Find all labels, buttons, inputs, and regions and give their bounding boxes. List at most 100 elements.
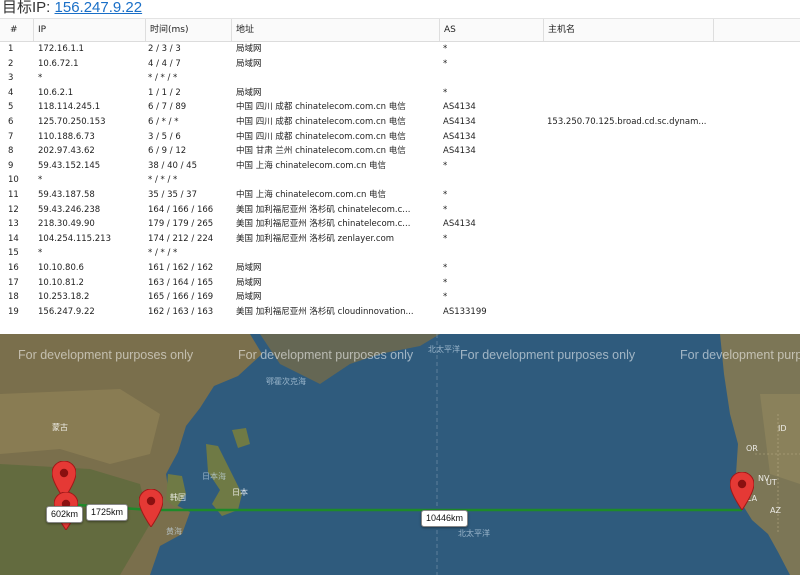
table-row[interactable]: 4 10.6.2.1 1 / 1 / 2 局域网 * bbox=[0, 86, 800, 101]
hop-cell: 10 bbox=[8, 175, 19, 186]
ip-cell: 10.10.80.6 bbox=[38, 263, 84, 273]
watermark-2: For development purposes only bbox=[238, 348, 414, 362]
table-row[interactable]: 6 125.70.250.153 6 / * / * 中国 四川 成都 chinate… bbox=[0, 115, 800, 130]
ip-cell: * bbox=[38, 73, 43, 84]
label-sea-okhotsk: 鄂霍次克海 bbox=[266, 377, 306, 386]
table-row[interactable]: 14 104.254.115.213 174 / 212 / 224 美国 加利福尼亚… bbox=[0, 232, 800, 247]
table-row[interactable]: 16 10.10.80.6 161 / 162 / 162 局域网 * bbox=[0, 261, 800, 276]
table-row[interactable]: 11 59.43.187.58 35 / 35 / 37 中国 上海 chinatel… bbox=[0, 188, 800, 203]
column-header-time[interactable]: 时间(ms) bbox=[146, 19, 232, 41]
address-cell: 局域网 bbox=[236, 87, 262, 98]
time-cell: 164 / 166 / 166 bbox=[148, 204, 214, 215]
time-cell: 1 / 1 / 2 bbox=[148, 87, 181, 98]
hop-cell: 6 bbox=[8, 117, 14, 127]
address-cell: 中国 上海 chinatelecom.com.cn 电信 bbox=[236, 190, 387, 200]
ip-cell: 218.30.49.90 bbox=[38, 219, 95, 230]
ip-cell: 10.10.81.2 bbox=[38, 277, 84, 288]
address-cell: 美国 加利福尼亚州 洛杉矶 chinatelecom.c... bbox=[236, 204, 411, 215]
hostname-cell bbox=[547, 305, 715, 320]
table-row[interactable]: 18 10.253.18.2 165 / 166 / 169 局域网 * bbox=[0, 290, 800, 305]
hostname-cell bbox=[547, 159, 715, 174]
table-row[interactable]: 2 10.6.72.1 4 / 4 / 7 局域网 * bbox=[0, 57, 800, 72]
as-cell: * bbox=[443, 58, 448, 69]
hostname-cell bbox=[547, 290, 715, 305]
watermark-3: For development purposes only bbox=[460, 348, 636, 362]
hop-cell: 1 bbox=[8, 44, 14, 54]
address-cell: 美国 加利福尼亚州 洛杉矶 zenlayer.com bbox=[236, 233, 395, 244]
as-cell: AS4134 bbox=[443, 102, 476, 113]
column-header-as[interactable]: AS bbox=[440, 19, 544, 41]
time-cell: 6 / * / * bbox=[148, 117, 179, 127]
as-cell: * bbox=[443, 87, 448, 98]
table-row[interactable]: 1 172.16.1.1 2 / 3 / 3 局域网 * bbox=[0, 42, 800, 57]
as-cell bbox=[443, 246, 543, 261]
ip-cell: 118.114.245.1 bbox=[38, 102, 101, 113]
target-ip-link[interactable]: 156.247.9.22 bbox=[55, 0, 143, 16]
hop-cell: 12 bbox=[8, 204, 19, 215]
hostname-cell bbox=[547, 173, 715, 188]
ip-cell: 104.254.115.213 bbox=[38, 233, 112, 244]
address-cell: 中国 上海 chinatelecom.com.cn 电信 bbox=[236, 160, 387, 171]
as-cell: * bbox=[443, 263, 448, 273]
column-header-hostname[interactable]: 主机名 bbox=[544, 19, 714, 41]
hop-cell: 13 bbox=[8, 219, 19, 230]
table-row[interactable]: 7 110.188.6.73 3 / 5 / 6 中国 四川 成都 chinatele… bbox=[0, 130, 800, 145]
hop-cell: 5 bbox=[8, 102, 14, 113]
map-canvas bbox=[0, 334, 800, 575]
map-pin-icon[interactable] bbox=[730, 472, 754, 510]
as-cell bbox=[443, 173, 543, 188]
table-row[interactable]: 10 * * / * / * bbox=[0, 173, 800, 188]
table-row[interactable]: 12 59.43.246.238 164 / 166 / 166 美国 加利福尼亚州 … bbox=[0, 203, 800, 218]
ip-cell: * bbox=[38, 175, 43, 186]
time-cell: 2 / 3 / 3 bbox=[148, 44, 181, 54]
as-cell: * bbox=[443, 277, 448, 288]
time-cell: 6 / 9 / 12 bbox=[148, 146, 187, 157]
as-cell: * bbox=[443, 160, 448, 171]
address-cell bbox=[236, 173, 440, 188]
table-row[interactable]: 15 * * / * / * bbox=[0, 246, 800, 261]
map-pin-icon[interactable] bbox=[139, 489, 163, 527]
table-row[interactable]: 13 218.30.49.90 179 / 179 / 265 美国 加利福尼亚州 洛… bbox=[0, 217, 800, 232]
traceroute-table: # IP 时间(ms) 地址 AS 主机名 1 172.16.1.1 2 / 3 /… bbox=[0, 18, 800, 319]
table-row[interactable]: 8 202.97.43.62 6 / 9 / 12 中国 甘肃 兰州 chinatel… bbox=[0, 144, 800, 159]
as-cell: AS4134 bbox=[443, 219, 476, 230]
table-row[interactable]: 17 10.10.81.2 163 / 164 / 165 局域网 * bbox=[0, 276, 800, 291]
ip-cell: 59.43.246.238 bbox=[38, 204, 101, 215]
column-header-hop[interactable]: # bbox=[0, 19, 34, 41]
time-cell: 38 / 40 / 45 bbox=[148, 160, 197, 171]
route-map[interactable]: For development purposes only For develo… bbox=[0, 334, 800, 575]
hop-cell: 15 bbox=[8, 248, 19, 259]
ip-cell: 202.97.43.62 bbox=[38, 146, 95, 157]
as-cell: AS4134 bbox=[443, 117, 476, 127]
hop-cell: 8 bbox=[8, 146, 14, 157]
time-cell: 3 / 5 / 6 bbox=[148, 131, 181, 142]
column-header-address[interactable]: 地址 bbox=[232, 19, 440, 41]
ip-cell: 172.16.1.1 bbox=[38, 44, 84, 54]
address-cell: 局域网 bbox=[236, 58, 262, 69]
label-state-or: OR bbox=[746, 444, 758, 453]
hop-cell: 4 bbox=[8, 87, 14, 98]
time-cell: 35 / 35 / 37 bbox=[148, 190, 197, 200]
table-row[interactable]: 19 156.247.9.22 162 / 163 / 163 美国 加利福尼亚州 洛… bbox=[0, 305, 800, 320]
hostname-cell bbox=[547, 203, 715, 218]
column-header-ip[interactable]: IP bbox=[34, 19, 146, 41]
ip-cell: 156.247.9.22 bbox=[38, 306, 95, 317]
address-cell bbox=[236, 246, 440, 261]
hop-cell: 11 bbox=[8, 190, 19, 200]
table-row[interactable]: 9 59.43.152.145 38 / 40 / 45 中国 上海 chinatel… bbox=[0, 159, 800, 174]
label-state-az: AZ bbox=[770, 506, 781, 515]
distance-label: 602km bbox=[46, 506, 84, 523]
table-row[interactable]: 3 * * / * / * bbox=[0, 71, 800, 86]
address-cell: 局域网 bbox=[236, 277, 262, 288]
address-cell: 局域网 bbox=[236, 263, 262, 273]
distance-label: 1725km bbox=[86, 504, 129, 521]
label-sea-of-japan: 日本海 bbox=[202, 472, 226, 481]
time-cell: 4 / 4 / 7 bbox=[148, 58, 181, 69]
hostname-cell bbox=[547, 57, 715, 72]
table-row[interactable]: 5 118.114.245.1 6 / 7 / 89 中国 四川 成都 chinate… bbox=[0, 100, 800, 115]
target-ip-label: 目标IP: bbox=[2, 0, 51, 16]
as-cell: * bbox=[443, 44, 448, 54]
ip-cell: * bbox=[38, 248, 43, 259]
time-cell: * / * / * bbox=[148, 248, 178, 259]
hostname-cell bbox=[547, 144, 715, 159]
